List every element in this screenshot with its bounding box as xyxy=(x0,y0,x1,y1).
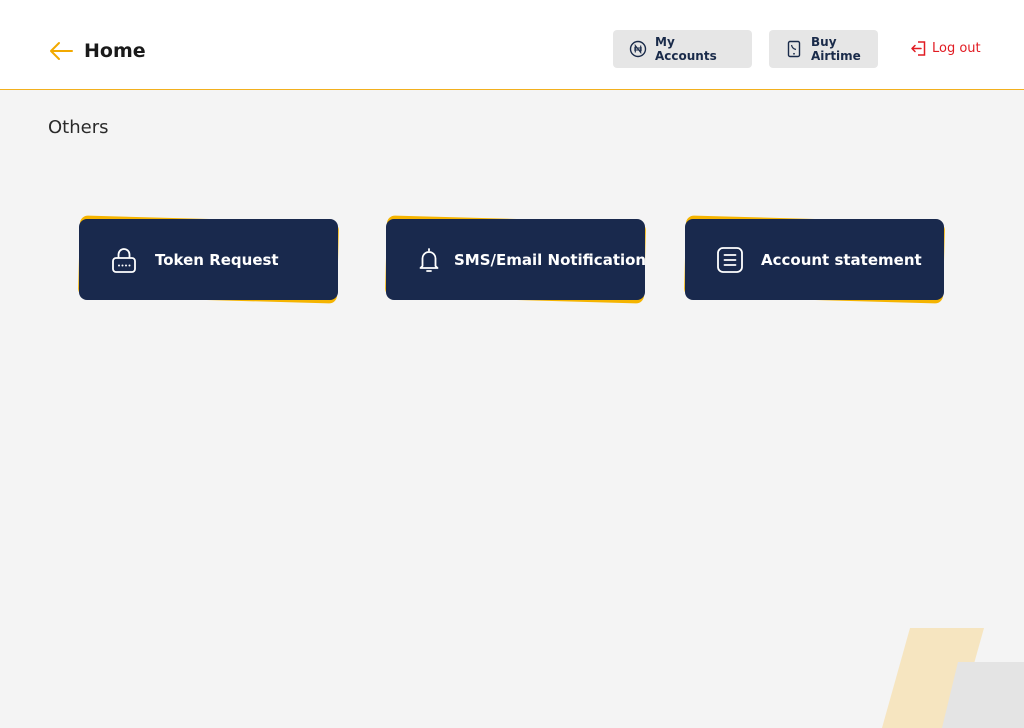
logout-label: Log out xyxy=(932,41,981,56)
arrow-left-icon[interactable] xyxy=(48,38,74,64)
token-request-button[interactable]: Token Request xyxy=(79,219,338,300)
lock-icon xyxy=(112,247,136,273)
bell-icon xyxy=(419,247,439,272)
naira-icon xyxy=(629,40,647,58)
card-label: SMS/Email Notification xyxy=(454,250,647,269)
logout-link[interactable]: Log out xyxy=(910,40,981,57)
section-title: Others xyxy=(48,117,109,138)
top-bar: Home My Accounts Buy Airtime Log out xyxy=(0,0,1024,90)
buy-airtime-label: Buy Airtime xyxy=(811,35,861,63)
back-to-home[interactable]: Home xyxy=(48,38,146,64)
card-label: Account statement xyxy=(761,250,922,269)
account-statement-card[interactable]: Account statement xyxy=(683,215,946,304)
card-label: Token Request xyxy=(155,250,279,269)
buy-airtime-button[interactable]: Buy Airtime xyxy=(769,30,878,68)
token-request-card[interactable]: Token Request xyxy=(77,215,340,304)
account-statement-button[interactable]: Account statement xyxy=(685,219,944,300)
logout-icon xyxy=(911,41,926,56)
phone-icon xyxy=(787,40,801,58)
page-title: Home xyxy=(84,40,146,62)
my-accounts-button[interactable]: My Accounts xyxy=(613,30,752,68)
sms-email-notification-card[interactable]: SMS/Email Notification xyxy=(384,215,647,304)
decorative-corner-shapes xyxy=(882,628,1024,728)
sms-email-notification-button[interactable]: SMS/Email Notification xyxy=(386,219,647,300)
my-accounts-label: My Accounts xyxy=(655,35,717,63)
document-icon xyxy=(717,246,743,273)
